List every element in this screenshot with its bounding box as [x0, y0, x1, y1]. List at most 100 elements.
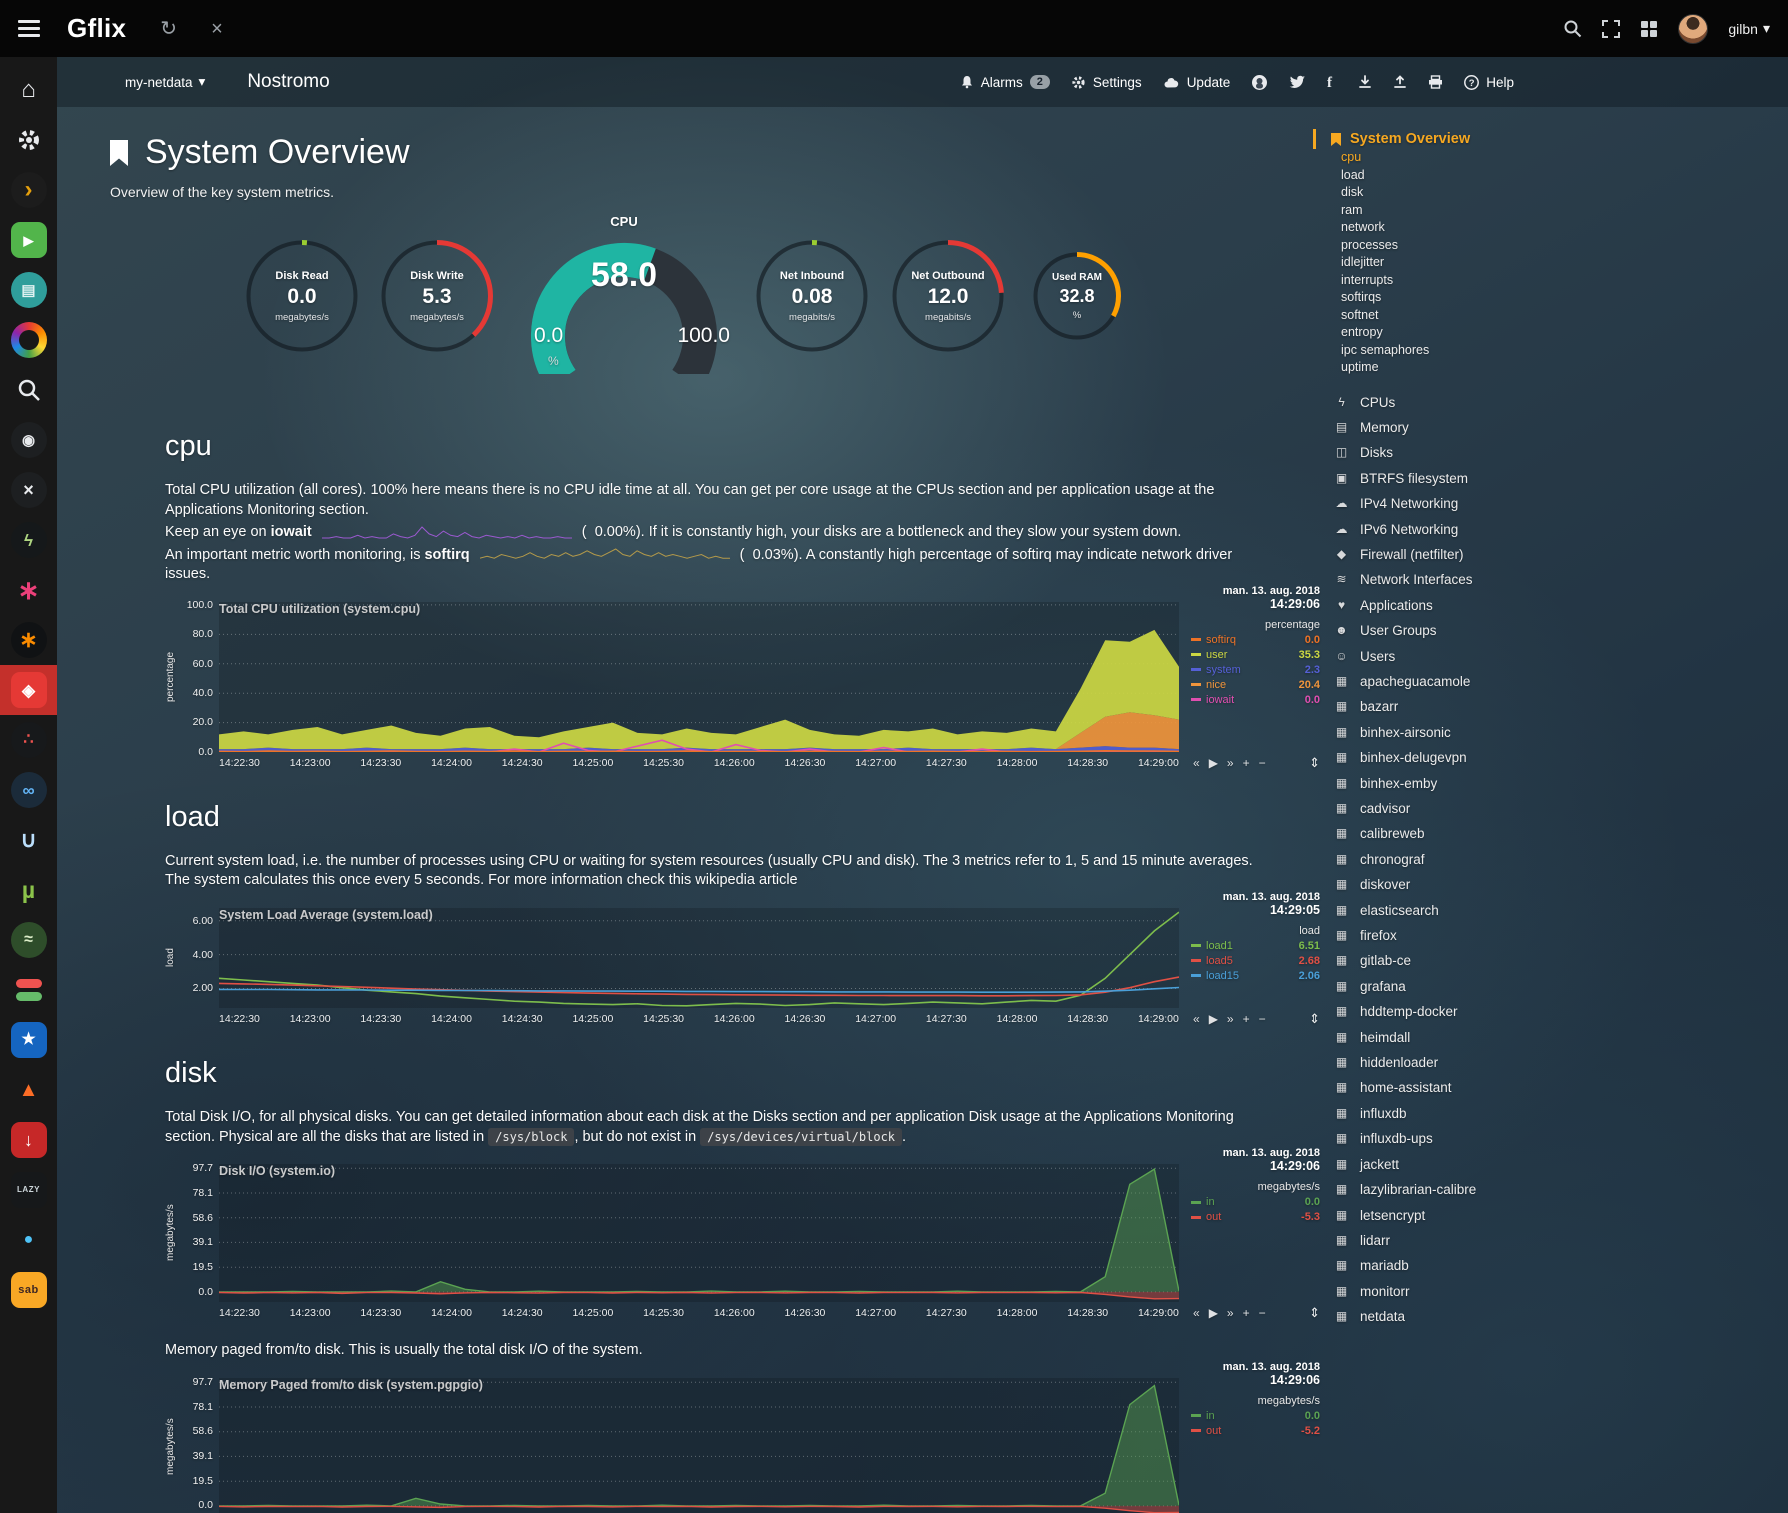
avatar[interactable] — [1678, 14, 1708, 44]
legend-row-softirq[interactable]: softirq0.0 — [1191, 634, 1320, 646]
legend-row-in[interactable]: in0.0 — [1191, 1196, 1320, 1208]
sidebar-app-droplet-app[interactable]: ● — [0, 1215, 57, 1265]
pan-left-icon[interactable]: « — [1193, 1306, 1200, 1320]
sidebar-app-dots-app[interactable]: ∴ — [0, 715, 57, 765]
menu-app-binhex-emby[interactable]: ▦binhex-emby — [1313, 771, 1788, 796]
menu-section-cpus[interactable]: ϟCPUs — [1313, 390, 1788, 415]
pan-left-icon[interactable]: « — [1193, 756, 1200, 770]
user-menu[interactable]: gilbn▾ — [1728, 20, 1770, 37]
menu-app-hiddenloader[interactable]: ▦hiddenloader — [1313, 1050, 1788, 1075]
menu-item-entropy[interactable]: entropy — [1313, 324, 1788, 342]
legend-row-user[interactable]: user35.3 — [1191, 649, 1320, 661]
legend-row-load5[interactable]: load52.68 — [1191, 955, 1320, 967]
menu-section-ipv4-networking[interactable]: ☁IPv4 Networking — [1313, 491, 1788, 516]
menu-item-processes[interactable]: processes — [1313, 237, 1788, 255]
menu-section-network-interfaces[interactable]: ≋Network Interfaces — [1313, 567, 1788, 592]
menu-app-lazylibrarian-calibre[interactable]: ▦lazylibrarian-calibre — [1313, 1177, 1788, 1202]
pan-left-icon[interactable]: « — [1193, 1012, 1200, 1026]
menu-app-hddtemp-docker[interactable]: ▦hddtemp-docker — [1313, 999, 1788, 1024]
zoom-in-icon[interactable]: + — [1243, 1012, 1250, 1026]
menu-item-ipc-semaphores[interactable]: ipc semaphores — [1313, 342, 1788, 360]
menu-section-disks[interactable]: ◫Disks — [1313, 440, 1788, 465]
close-tab-icon[interactable]: × — [211, 19, 223, 39]
twitter-icon[interactable] — [1289, 75, 1306, 90]
update-button[interactable]: Update — [1163, 75, 1231, 90]
menu-app-apacheguacamole[interactable]: ▦apacheguacamole — [1313, 669, 1788, 694]
menu-app-bazarr[interactable]: ▦bazarr — [1313, 694, 1788, 719]
zoom-out-icon[interactable]: − — [1259, 756, 1266, 770]
menu-item-idlejitter[interactable]: idlejitter — [1313, 254, 1788, 272]
sidebar-app-utorrent[interactable]: µ — [0, 865, 57, 915]
gauge-net-outbound[interactable]: Net Outbound12.0megabits/s — [890, 238, 1006, 354]
sidebar-app-bolt-app[interactable]: ϟ — [0, 515, 57, 565]
hostname[interactable]: Nostromo — [247, 71, 329, 93]
menu-item-load[interactable]: load — [1313, 167, 1788, 185]
play-icon[interactable]: ▶ — [1209, 1012, 1218, 1026]
menu-app-cadvisor[interactable]: ▦cadvisor — [1313, 796, 1788, 821]
menu-app-monitorr[interactable]: ▦monitorr — [1313, 1279, 1788, 1304]
menu-app-firefox[interactable]: ▦firefox — [1313, 923, 1788, 948]
menu-app-heimdall[interactable]: ▦heimdall — [1313, 1025, 1788, 1050]
menu-item-softnet[interactable]: softnet — [1313, 307, 1788, 325]
menu-section-applications[interactable]: ♥Applications — [1313, 593, 1788, 618]
menu-app-netdata[interactable]: ▦netdata — [1313, 1304, 1788, 1329]
disk-io-chart-plot[interactable] — [219, 1164, 1179, 1302]
menu-item-softirqs[interactable]: softirqs — [1313, 289, 1788, 307]
menu-app-binhex-airsonic[interactable]: ▦binhex-airsonic — [1313, 720, 1788, 745]
gauge-used-ram[interactable]: Used RAM32.8% — [1031, 250, 1123, 342]
menu-section-ipv6-networking[interactable]: ☁IPv6 Networking — [1313, 517, 1788, 542]
legend-row-load1[interactable]: load16.51 — [1191, 940, 1320, 952]
sidebar-app-red-arrow-app[interactable]: ↓ — [0, 1115, 57, 1165]
server-dropdown[interactable]: my-netdata▾ — [125, 74, 205, 90]
sidebar-app-emby[interactable]: ▶ — [0, 215, 57, 265]
search-icon[interactable] — [1563, 19, 1582, 38]
menu-app-chronograf[interactable]: ▦chronograf — [1313, 847, 1788, 872]
menu-section-users[interactable]: ☺Users — [1313, 644, 1788, 669]
sidebar-app-app-round-1[interactable]: ◉ — [0, 415, 57, 465]
zoom-in-icon[interactable]: + — [1243, 756, 1250, 770]
gauge-disk-read[interactable]: Disk Read0.0megabytes/s — [244, 238, 360, 354]
menu-app-elasticsearch[interactable]: ▦elasticsearch — [1313, 898, 1788, 923]
sidebar-app-settings[interactable] — [0, 115, 57, 165]
gauge-disk-write[interactable]: Disk Write5.3megabytes/s — [379, 238, 495, 354]
hamburger-menu-icon[interactable] — [0, 0, 57, 57]
play-icon[interactable]: ▶ — [1209, 756, 1218, 770]
legend-row-iowait[interactable]: iowait0.0 — [1191, 694, 1320, 706]
sidebar-app-sab-green[interactable]: ≈ — [0, 915, 57, 965]
fullscreen-icon[interactable] — [1602, 20, 1620, 38]
menu-item-disk[interactable]: disk — [1313, 184, 1788, 202]
download-icon[interactable] — [1358, 75, 1372, 89]
sidebar-app-gitlab[interactable]: ▲ — [0, 1065, 57, 1115]
menu-app-jackett[interactable]: ▦jackett — [1313, 1152, 1788, 1177]
menu-app-binhex-delugevpn[interactable]: ▦binhex-delugevpn — [1313, 745, 1788, 770]
menu-section-user-groups[interactable]: ☻User Groups — [1313, 618, 1788, 643]
legend-row-in[interactable]: in0.0 — [1191, 1410, 1320, 1422]
pan-right-icon[interactable]: » — [1227, 1012, 1234, 1026]
sidebar-app-soundwave[interactable] — [0, 315, 57, 365]
menu-section-btrfs-filesystem[interactable]: ▣BTRFS filesystem — [1313, 466, 1788, 491]
legend-row-out[interactable]: out-5.3 — [1191, 1211, 1320, 1223]
sidebar-app-netdata-active[interactable]: ◈ — [0, 665, 57, 715]
menu-app-mariadb[interactable]: ▦mariadb — [1313, 1253, 1788, 1278]
zoom-in-icon[interactable]: + — [1243, 1306, 1250, 1320]
legend-row-load15[interactable]: load152.06 — [1191, 970, 1320, 982]
pan-right-icon[interactable]: » — [1227, 756, 1234, 770]
apps-grid-icon[interactable] — [1640, 20, 1658, 38]
gauge-cpu[interactable]: CPU58.00.0100.0% — [514, 216, 734, 374]
sidebar-app-sabnzbd[interactable]: sab — [0, 1265, 57, 1315]
menu-app-diskover[interactable]: ▦diskover — [1313, 872, 1788, 897]
cpu-chart-plot[interactable] — [219, 602, 1179, 752]
pgpgio-chart-plot[interactable] — [219, 1378, 1179, 1513]
menu-item-uptime[interactable]: uptime — [1313, 359, 1788, 377]
menu-item-ram[interactable]: ram — [1313, 202, 1788, 220]
sidebar-app-search-app[interactable] — [0, 365, 57, 415]
help-button[interactable]: ? Help — [1464, 75, 1514, 90]
settings-button[interactable]: Settings — [1071, 75, 1142, 90]
sidebar-app-plex[interactable]: › — [0, 165, 57, 215]
legend-row-out[interactable]: out-5.2 — [1191, 1425, 1320, 1437]
print-icon[interactable] — [1428, 75, 1443, 89]
legend-row-nice[interactable]: nice20.4 — [1191, 679, 1320, 691]
menu-section-firewall-netfilter-[interactable]: ◆Firewall (netfilter) — [1313, 542, 1788, 567]
gauge-net-inbound[interactable]: Net Inbound0.08megabits/s — [754, 238, 870, 354]
sidebar-app-heimdall[interactable]: ★ — [0, 1015, 57, 1065]
